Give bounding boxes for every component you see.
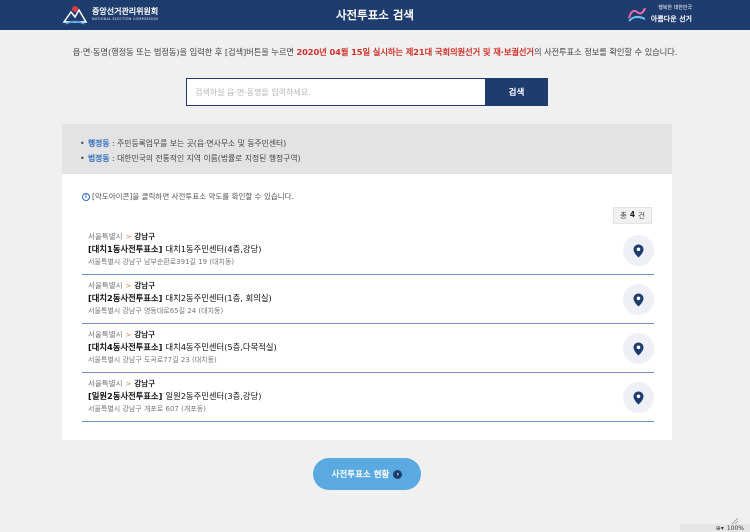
result-count-badge: 총 4 건: [612, 207, 652, 224]
desc-highlight: 2020년 04월 15일 실시하는 제21대 국회의원선거 및 재·보궐선거: [296, 47, 534, 57]
search-button[interactable]: 검색: [485, 78, 548, 106]
info-icon: i: [82, 192, 90, 201]
chevron-right-icon: >: [125, 281, 132, 290]
map-icon-hint: i [약도아이콘]을 클릭하면 사전투표소 약도를 확인할 수 있습니다.: [82, 191, 294, 202]
item-location: 서울특별시 > 강남구: [88, 329, 654, 340]
info-text: : 대한민국의 전통적인 지역 이름(법률로 지정된 행정구역): [109, 154, 301, 163]
item-address: 서울특별시 강남구 남부순환로391길 19 (대치동): [88, 257, 235, 266]
item-name: [일원2동사전투표소] 일원2동주민센터(3층,강당): [88, 389, 654, 403]
item-gu: 강남구: [134, 232, 156, 241]
item-city: 서울특별시: [88, 281, 123, 290]
map-pin-icon: [633, 293, 644, 306]
item-location: 서울특별시 > 강남구: [88, 280, 654, 291]
item-place: 대치2동주민센터(1층, 회의실): [165, 293, 272, 303]
result-list: 서울특별시 > 강남구 [대치1동사전투표소] 대치1동주민센터(4층,강당) 서울특…: [82, 226, 654, 422]
header-bar: 중앙선거관리위원회 NATIONAL ELECTION COMMISSION 사…: [0, 0, 750, 30]
list-item: 서울특별시 > 강남구 [일원2동사전투표소] 일원2동주민센터(3층,강당) 서울특…: [82, 373, 654, 422]
list-item: 서울특별시 > 강남구 [대치4동사전투표소] 대치4동주민센터(5층,다목적실) 서…: [82, 324, 654, 373]
map-pin-button[interactable]: [623, 382, 654, 413]
item-city: 서울특별시: [88, 330, 123, 339]
status-button-label: 사전투표소 현황: [331, 470, 390, 480]
item-location: 서울특별시 > 강남구: [88, 378, 654, 389]
item-place: 대치4동주민센터(5층,다목적실): [165, 342, 277, 352]
map-pin-icon: [633, 391, 644, 404]
info-term: 행정동: [88, 139, 110, 148]
bullet: •: [80, 154, 85, 163]
map-pin-button[interactable]: [623, 333, 654, 364]
item-city: 서울특별시: [88, 379, 123, 388]
zoom-indicator[interactable]: ⊕▾ 100%: [680, 524, 750, 532]
item-station: [대치1동사전투표소]: [88, 244, 163, 254]
item-name: [대치2동사전투표소] 대치2동주민센터(1층, 회의실): [88, 291, 654, 305]
results-panel: i [약도아이콘]을 클릭하면 사전투표소 약도를 확인할 수 있습니다. 총 …: [62, 174, 672, 440]
zoom-value: 100%: [726, 524, 744, 532]
item-gu: 강남구: [134, 330, 156, 339]
campaign-logo-subtext: 행복한 대한민국: [658, 5, 692, 11]
info-line-legal-dong: • 법정동 : 대한민국의 전통적인 지역 이름(법률로 지정된 행정구역): [80, 151, 654, 166]
search-input[interactable]: [186, 78, 486, 106]
item-address: 서울특별시 강남구 개포로 607 (개포동): [88, 404, 206, 413]
chevron-right-icon: >: [125, 330, 132, 339]
map-pin-button[interactable]: [623, 235, 654, 266]
item-place: 대치1동주민센터(4층,강당): [165, 244, 262, 254]
item-name: [대치4동사전투표소] 대치4동주민센터(5층,다목적실): [88, 340, 654, 354]
arrow-right-icon: ›: [393, 469, 403, 479]
info-term: 법정동: [88, 154, 110, 163]
map-pin-icon: [633, 342, 644, 355]
item-place: 일원2동주민센터(3층,강당): [165, 391, 262, 401]
desc-part1: 읍·면·동명(행정동 또는 법정동)을 입력한 후 [검색]버튼을 누르면: [72, 47, 297, 57]
count-prefix: 총: [619, 211, 627, 220]
desc-part2: 의 사전투표소 정보를 확인할 수 있습니다.: [533, 47, 678, 57]
item-gu: 강남구: [134, 281, 156, 290]
chevron-right-icon: >: [125, 232, 132, 241]
item-city: 서울특별시: [88, 232, 123, 241]
item-location: 서울특별시 > 강남구: [88, 231, 654, 242]
info-line-admin-dong: • 행정동 : 주민등록업무를 보는 곳(읍·면사무소 및 동주민센터): [80, 136, 654, 151]
list-item: 서울특별시 > 강남구 [대치1동사전투표소] 대치1동주민센터(4층,강당) 서울특…: [82, 226, 654, 275]
item-gu: 강남구: [134, 379, 156, 388]
campaign-logo-text: 아름다운 선거: [650, 15, 692, 23]
item-address: 서울특별시 강남구 영동대로65길 24 (대치동): [88, 306, 224, 315]
chevron-right-icon: >: [125, 379, 132, 388]
item-name: [대치1동사전투표소] 대치1동주민센터(4층,강당): [88, 242, 654, 256]
campaign-mark-icon: [627, 7, 646, 22]
campaign-logo: 아름다운 선거 행복한 대한민국: [626, 4, 692, 24]
count-suffix: 건: [638, 211, 645, 220]
count-value: 4: [629, 210, 636, 219]
polling-status-button[interactable]: 사전투표소 현황 ›: [313, 458, 421, 490]
map-pin-button[interactable]: [623, 284, 654, 315]
list-item: 서울특별시 > 강남구 [대치2동사전투표소] 대치2동주민센터(1층, 회의실) 서…: [82, 275, 654, 324]
map-pin-icon: [633, 244, 644, 257]
search-description: 읍·면·동명(행정동 또는 법정동)을 입력한 후 [검색]버튼을 누르면 20…: [0, 46, 750, 58]
dong-info-box: • 행정동 : 주민등록업무를 보는 곳(읍·면사무소 및 동주민센터) • 법정동…: [62, 124, 672, 174]
bullet: •: [80, 139, 85, 148]
item-address: 서울특별시 강남구 도곡로77길 23 (대치동): [88, 355, 217, 364]
info-text: : 주민등록업무를 보는 곳(읍·면사무소 및 동주민센터): [109, 139, 287, 148]
item-station: [일원2동사전투표소]: [88, 391, 163, 401]
zoom-icon: ⊕▾: [715, 524, 724, 532]
item-station: [대치2동사전투표소]: [88, 293, 163, 303]
hint-text: [약도아이콘]을 클릭하면 사전투표소 약도를 확인할 수 있습니다.: [92, 192, 294, 201]
item-station: [대치4동사전투표소]: [88, 342, 163, 352]
